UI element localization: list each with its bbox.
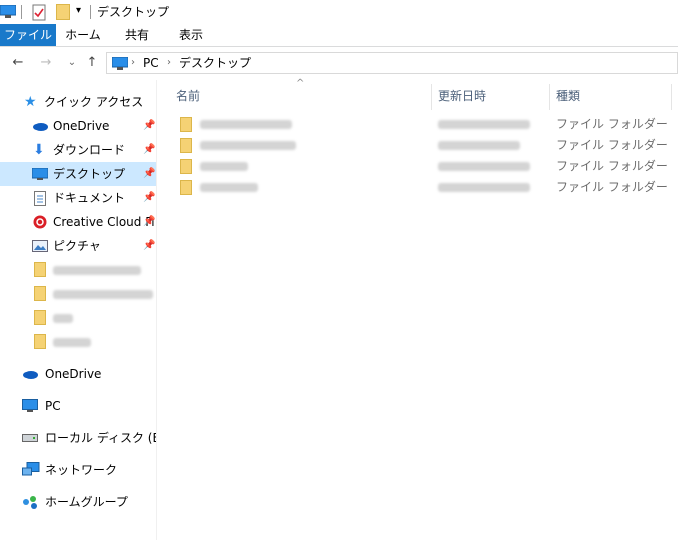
pin-icon: 📌 [143, 216, 156, 227]
address-bar[interactable]: › PC › デスクトップ [106, 52, 678, 74]
blurred-label [53, 290, 153, 299]
desktop-icon [32, 168, 48, 180]
folder-icon[interactable] [56, 4, 70, 20]
sidebar-item-creative-cloud[interactable]: Creative Cloud Fi 📌 [0, 210, 156, 234]
up-arrow-icon[interactable]: ↑ [82, 53, 102, 73]
sidebar-item-onedrive[interactable]: OneDrive [0, 362, 156, 386]
file-row[interactable]: ファイル フォルダー [172, 177, 678, 198]
navigation-pane: ★ クイック アクセス OneDrive 📌 ⬇ ダウンロード 📌 デスクトップ… [0, 80, 156, 540]
folder-icon [180, 180, 192, 195]
tab-home[interactable]: ホーム [60, 24, 106, 46]
pictures-icon [32, 240, 48, 252]
breadcrumb-pc[interactable]: PC [143, 53, 159, 73]
sidebar-item-folder[interactable] [0, 306, 156, 330]
network-icon [22, 462, 40, 476]
sidebar-item-quick-access[interactable]: ★ クイック アクセス [0, 90, 156, 114]
chevron-down-icon[interactable]: ▾ [76, 5, 81, 16]
column-header-date[interactable]: 更新日時 [432, 84, 550, 110]
file-type: ファイル フォルダー [556, 138, 668, 152]
folder-icon [34, 334, 46, 349]
column-headers: ^ 名前 更新日時 種類 [170, 78, 678, 110]
forward-arrow-icon[interactable]: → [36, 53, 56, 73]
sidebar-item-downloads[interactable]: ⬇ ダウンロード 📌 [0, 138, 156, 162]
blurred-date [438, 120, 530, 129]
blurred-file-name [200, 162, 248, 171]
pin-icon: 📌 [143, 168, 156, 179]
folder-icon [180, 117, 192, 132]
back-arrow-icon[interactable]: ← [8, 53, 28, 73]
document-icon [34, 191, 46, 206]
creative-cloud-icon [33, 215, 47, 229]
pin-icon: 📌 [143, 192, 156, 203]
blurred-label [53, 338, 91, 347]
file-type: ファイル フォルダー [556, 159, 668, 173]
breadcrumb-separator[interactable]: › [167, 53, 171, 73]
pc-icon [112, 57, 128, 70]
sidebar-item-folder[interactable] [0, 330, 156, 354]
file-row[interactable]: ファイル フォルダー [172, 114, 678, 135]
blurred-label [53, 266, 141, 275]
tab-view[interactable]: 表示 [168, 24, 214, 46]
breadcrumb-desktop[interactable]: デスクトップ [179, 53, 251, 73]
ribbon-tabs: ファイル ホーム 共有 表示 [0, 24, 678, 47]
window-title: デスクトップ [97, 5, 170, 19]
download-arrow-icon: ⬇ [33, 142, 45, 158]
folder-icon [34, 310, 46, 325]
pc-icon [0, 5, 16, 18]
sidebar-item-onedrive-pinned[interactable]: OneDrive 📌 [0, 114, 156, 138]
folder-icon [34, 262, 46, 277]
onedrive-cloud-icon [23, 371, 38, 379]
sidebar-item-folder[interactable] [0, 258, 156, 282]
divider [90, 5, 91, 19]
homegroup-icon [23, 496, 37, 509]
blurred-file-name [200, 141, 296, 150]
blurred-file-name [200, 120, 292, 129]
breadcrumb-separator[interactable]: › [131, 53, 135, 73]
folder-icon [180, 159, 192, 174]
quick-access-star-icon: ★ [24, 94, 37, 110]
title-bar: ▾ デスクトップ [0, 0, 678, 24]
column-header-type[interactable]: 種類 [550, 84, 672, 110]
tab-share[interactable]: 共有 [114, 24, 160, 46]
sidebar-item-documents[interactable]: ドキュメント 📌 [0, 186, 156, 210]
divider [21, 5, 22, 19]
blurred-date [438, 162, 530, 171]
file-row[interactable]: ファイル フォルダー [172, 156, 678, 177]
file-row[interactable]: ファイル フォルダー [172, 135, 678, 156]
file-type: ファイル フォルダー [556, 180, 668, 194]
sidebar-item-pictures[interactable]: ピクチャ 📌 [0, 234, 156, 258]
sidebar-item-desktop[interactable]: デスクトップ 📌 [0, 162, 156, 186]
file-type: ファイル フォルダー [556, 117, 668, 131]
pin-icon: 📌 [143, 240, 156, 251]
pin-icon: 📌 [143, 120, 156, 131]
sidebar-item-homegroup[interactable]: ホームグループ [0, 490, 156, 514]
sidebar-item-pc[interactable]: PC [0, 394, 156, 418]
sidebar-item-network[interactable]: ネットワーク [0, 458, 156, 482]
folder-icon [34, 286, 46, 301]
blurred-date [438, 183, 530, 192]
pin-icon: 📌 [143, 144, 156, 155]
blurred-date [438, 141, 520, 150]
pc-icon [22, 399, 38, 412]
column-header-name[interactable]: 名前 [170, 84, 432, 110]
sidebar-item-folder[interactable] [0, 282, 156, 306]
pane-splitter[interactable] [156, 80, 157, 540]
drive-icon [22, 434, 38, 442]
tab-file[interactable]: ファイル [0, 24, 56, 46]
blurred-file-name [200, 183, 258, 192]
checklist-icon[interactable] [32, 3, 47, 21]
recent-locations-chevron-icon[interactable]: ⌄ [62, 53, 82, 73]
folder-icon [180, 138, 192, 153]
sidebar-item-local-disk[interactable]: ローカル ディスク (E:) [0, 426, 156, 450]
onedrive-cloud-icon [33, 123, 48, 131]
blurred-label [53, 314, 73, 323]
